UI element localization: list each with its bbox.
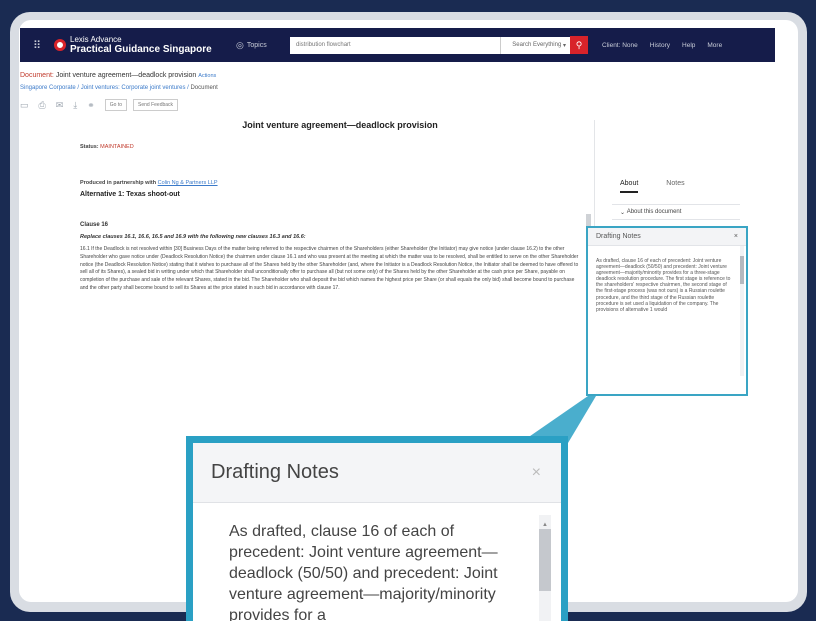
scroll-thumb[interactable]: [539, 529, 551, 591]
nav-link-help[interactable]: Help: [682, 42, 695, 49]
zoomed-notes-body: As drafted, clause 16 of each of precede…: [193, 503, 561, 621]
partner-link[interactable]: Colin Ng & Partners LLP: [158, 180, 218, 186]
drafting-notes-text: As drafted, clause 16 of each of precede…: [596, 258, 731, 313]
send-feedback-button[interactable]: Send Feedback: [133, 99, 179, 111]
scroll-up-icon[interactable]: ▲: [539, 515, 551, 528]
document-body: Joint venture agreement—deadlock provisi…: [80, 120, 580, 293]
grid-icon[interactable]: ⠿: [26, 39, 48, 52]
topics-menu[interactable]: ◎ Topics: [236, 40, 276, 51]
drafting-notes-header: Drafting Notes ×: [588, 228, 746, 246]
alternative-heading: Alternative 1: Texas shoot-out: [80, 191, 180, 198]
clause-heading: Clause 16: [80, 222, 109, 228]
email-icon[interactable]: ✉: [56, 100, 64, 111]
about-document-toggle[interactable]: ⌄ About this document: [612, 204, 740, 220]
nav-link-history[interactable]: History: [650, 42, 670, 49]
search-bar: distribution flowchart Search Everything…: [290, 36, 588, 54]
partner-label: Produced in partnership with: [80, 180, 157, 186]
document-title-row: Document: Joint venture agreement—deadlo…: [20, 72, 216, 79]
logo-mark-icon: [54, 39, 66, 51]
search-scope-select[interactable]: Search Everything ▾: [500, 36, 570, 54]
zoomed-notes-scrollbar[interactable]: ▲: [539, 515, 551, 621]
chevron-down-icon: ⌄: [620, 209, 626, 216]
document-title: Joint venture agreement—deadlock provisi…: [55, 72, 197, 79]
breadcrumb-current: Document: [190, 85, 218, 91]
close-icon[interactable]: ×: [532, 464, 541, 482]
topics-icon: ◎: [236, 39, 244, 50]
actions-dropdown[interactable]: Actions: [198, 73, 216, 79]
nav-links: Client: None History Help More: [602, 42, 734, 49]
app-logo[interactable]: Lexis Advance Practical Guidance Singapo…: [54, 35, 214, 55]
document-toolbar: ▭ ⎙ ✉ ⤓ ⚭ Go to Send Feedback: [20, 98, 184, 112]
search-button[interactable]: ⚲: [570, 36, 588, 54]
drafting-notes-title: Drafting Notes: [596, 233, 641, 240]
nav-link-client[interactable]: Client: None: [602, 42, 638, 49]
nav-link-more[interactable]: More: [707, 42, 722, 49]
logo-line2: Practical Guidance Singapore: [70, 44, 212, 55]
zoomed-notes-text: As drafted, clause 16 of each of precede…: [229, 523, 498, 621]
top-navbar: ⠿ Lexis Advance Practical Guidance Singa…: [20, 28, 775, 62]
replace-instruction: Replace clauses 16.1, 16.6, 16.5 and 16.…: [80, 234, 306, 240]
tab-about[interactable]: About: [620, 180, 639, 193]
search-input[interactable]: distribution flowchart: [290, 36, 500, 54]
goto-button[interactable]: Go to: [104, 99, 128, 111]
tab-notes[interactable]: Notes: [666, 180, 684, 193]
status-value: MAINTAINED: [100, 144, 134, 150]
search-scope-label: Search Everything: [512, 42, 562, 48]
drafting-notes-body: As drafted, clause 16 of each of precede…: [588, 246, 746, 394]
search-icon: ⚲: [575, 39, 583, 50]
status-row: Status: MAINTAINED: [80, 144, 580, 150]
status-label: Status:: [80, 144, 99, 150]
drafting-notes-panel: Drafting Notes × As drafted, clause 16 o…: [586, 226, 748, 396]
download-icon[interactable]: ⤓: [73, 100, 77, 111]
print-icon[interactable]: ⎙: [39, 100, 46, 111]
breadcrumb-item-jv[interactable]: Joint ventures: Corporate joint ventures: [81, 85, 186, 91]
topics-label: Topics: [246, 41, 267, 49]
close-icon[interactable]: ×: [734, 233, 738, 240]
document-label: Document:: [20, 72, 54, 79]
breadcrumb: Singapore Corporate / Joint ventures: Co…: [20, 85, 218, 91]
partner-row: Produced in partnership with Colin Ng & …: [80, 180, 580, 186]
zoomed-notes-title: Drafting Notes: [211, 461, 339, 483]
clause-paragraph: 16.1 If the Deadlock is not resolved wit…: [80, 246, 579, 291]
drafting-notes-scrollbar[interactable]: [740, 246, 744, 376]
document-heading: Joint venture agreement—deadlock provisi…: [242, 120, 438, 130]
side-panel-tabs: About Notes: [620, 180, 713, 193]
link-icon[interactable]: ⚭: [87, 100, 95, 111]
folder-icon[interactable]: ▭: [20, 100, 29, 111]
about-document-label: About this document: [626, 209, 682, 215]
zoomed-drafting-notes: Drafting Notes × As drafted, clause 16 o…: [186, 436, 568, 621]
zoomed-notes-header: Drafting Notes ×: [193, 443, 561, 503]
breadcrumb-item-corporate[interactable]: Singapore Corporate: [20, 85, 76, 91]
